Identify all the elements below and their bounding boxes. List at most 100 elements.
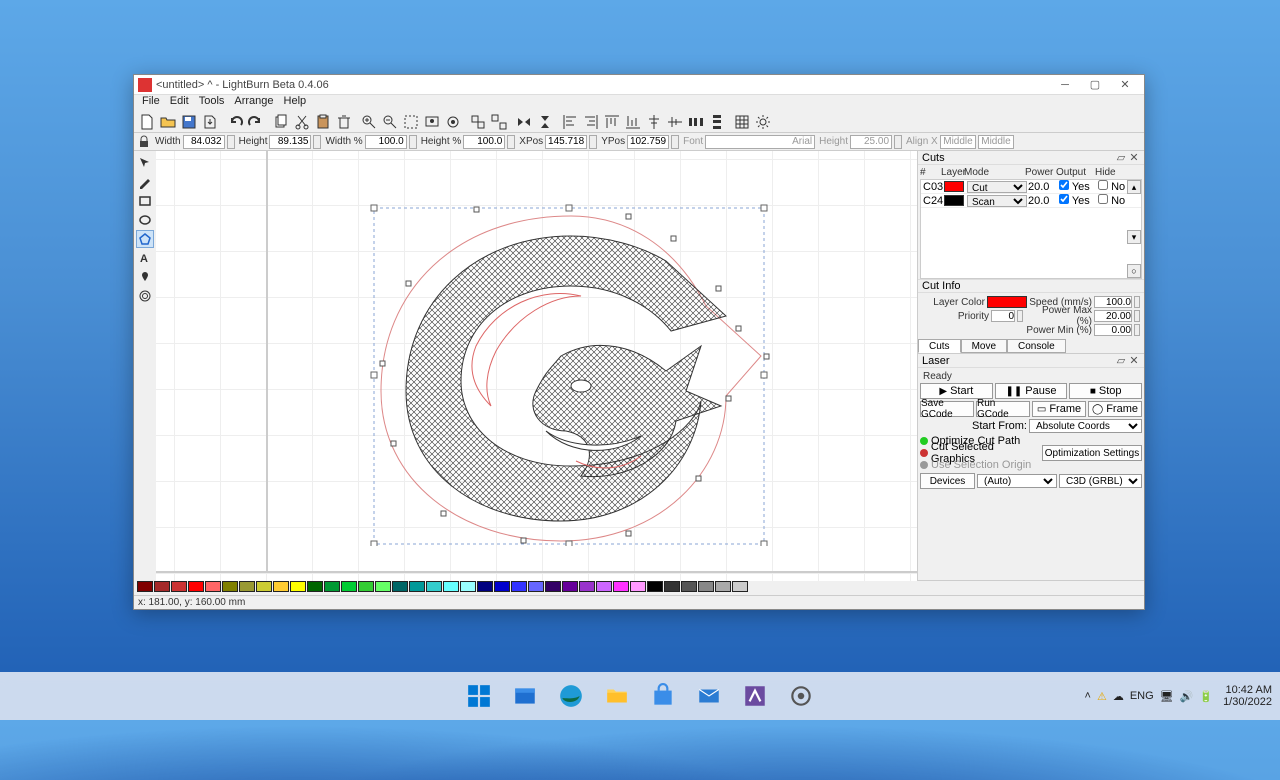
palette-chip[interactable]	[596, 581, 612, 592]
palette-chip[interactable]	[205, 581, 221, 592]
palette-chip[interactable]	[511, 581, 527, 592]
palette-chip[interactable]	[545, 581, 561, 592]
optimization-settings-button[interactable]: Optimization Settings	[1042, 445, 1142, 461]
zoom-in-icon[interactable]	[359, 112, 379, 132]
cuts-row[interactable]: C03 Cut 20.0 Yes No	[921, 180, 1141, 194]
palette-chip[interactable]	[698, 581, 714, 592]
align-right-icon[interactable]	[581, 112, 601, 132]
settings-taskbar-icon[interactable]	[781, 676, 821, 716]
cuts-close-button[interactable]: ✕	[1128, 153, 1140, 163]
power-min-input[interactable]	[1094, 324, 1132, 336]
width-input[interactable]	[183, 135, 225, 149]
mode-select[interactable]: Scan	[967, 195, 1027, 207]
tray-chevron-icon[interactable]: ˄	[1085, 690, 1091, 702]
run-gcode-button[interactable]: Run GCode	[976, 401, 1030, 417]
maximize-button[interactable]: ▢	[1080, 76, 1110, 94]
settings-icon[interactable]	[443, 112, 463, 132]
palette-chip[interactable]	[562, 581, 578, 592]
language-indicator[interactable]: ENG	[1130, 690, 1154, 702]
palette-chip[interactable]	[732, 581, 748, 592]
pause-button[interactable]: ❚❚ Pause	[995, 383, 1068, 399]
undo-icon[interactable]	[225, 112, 245, 132]
paste-icon[interactable]	[313, 112, 333, 132]
grid-icon[interactable]	[732, 112, 752, 132]
cuts-list[interactable]: C03 Cut 20.0 Yes No C24 Scan 20.0	[920, 179, 1142, 279]
group-icon[interactable]	[468, 112, 488, 132]
palette-chip[interactable]	[256, 581, 272, 592]
start-button[interactable]: ▶ Start	[920, 383, 993, 399]
stop-button[interactable]: ■ Stop	[1069, 383, 1142, 399]
offset-tool[interactable]	[136, 287, 154, 305]
align-top-icon[interactable]	[602, 112, 622, 132]
tab-cuts[interactable]: Cuts	[918, 339, 961, 353]
aligny-select[interactable]	[978, 135, 1014, 149]
use-selection-checkbox[interactable]: Use Selection Origin	[931, 459, 1031, 471]
frame-button[interactable]: ▭ Frame	[1032, 401, 1086, 417]
tray-weather-icon[interactable]: ☁	[1113, 690, 1124, 703]
align-center-h-icon[interactable]	[644, 112, 664, 132]
priority-input[interactable]	[991, 310, 1015, 322]
palette-chip[interactable]	[681, 581, 697, 592]
layer-up-button[interactable]: ▴	[1127, 180, 1141, 194]
palette-chip[interactable]	[222, 581, 238, 592]
preview-icon[interactable]	[422, 112, 442, 132]
app-taskbar-icon[interactable]	[735, 676, 775, 716]
clock[interactable]: 10:42 AM 1/30/2022	[1223, 684, 1272, 708]
height-input[interactable]	[269, 135, 311, 149]
layer-down-button[interactable]: ○	[1127, 264, 1141, 278]
save-gcode-button[interactable]: Save GCode	[920, 401, 974, 417]
marker-tool[interactable]	[136, 268, 154, 286]
menu-tools[interactable]: Tools	[199, 95, 225, 111]
palette-chip[interactable]	[154, 581, 170, 592]
device-select[interactable]: C3D (GRBL)	[1059, 474, 1142, 488]
palette-chip[interactable]	[188, 581, 204, 592]
speed-input[interactable]	[1094, 296, 1132, 308]
palette-chip[interactable]	[460, 581, 476, 592]
palette-chip[interactable]	[341, 581, 357, 592]
palette-chip[interactable]	[375, 581, 391, 592]
network-icon[interactable]: 🖥	[1160, 690, 1174, 703]
tab-move[interactable]: Move	[961, 339, 1007, 353]
palette-chip[interactable]	[477, 581, 493, 592]
xpos-input[interactable]	[545, 135, 587, 149]
output-checkbox[interactable]	[1059, 194, 1069, 204]
new-icon[interactable]	[137, 112, 157, 132]
hide-checkbox[interactable]	[1098, 180, 1108, 190]
canvas[interactable]	[156, 151, 917, 581]
width-spinner[interactable]	[227, 135, 235, 149]
palette-chip[interactable]	[715, 581, 731, 592]
zoom-frame-icon[interactable]	[401, 112, 421, 132]
pencil-tool[interactable]	[136, 173, 154, 191]
menu-file[interactable]: File	[142, 95, 160, 111]
text-tool[interactable]: A	[136, 249, 154, 267]
width-pct-input[interactable]	[365, 135, 407, 149]
height-spinner[interactable]	[313, 135, 321, 149]
minimize-button[interactable]: ─	[1050, 76, 1080, 94]
mail-icon[interactable]	[689, 676, 729, 716]
port-select[interactable]: (Auto)	[977, 474, 1057, 488]
explorer-icon[interactable]	[505, 676, 545, 716]
tray-warning-icon[interactable]: ⚠	[1097, 690, 1107, 703]
ypos-input[interactable]	[627, 135, 669, 149]
laser-undock-button[interactable]: ▱	[1115, 356, 1127, 366]
palette-chip[interactable]	[647, 581, 663, 592]
rect-tool[interactable]	[136, 192, 154, 210]
flip-v-icon[interactable]	[535, 112, 555, 132]
lock-icon[interactable]	[137, 135, 151, 149]
palette-chip[interactable]	[528, 581, 544, 592]
menu-arrange[interactable]: Arrange	[234, 95, 273, 111]
tab-console[interactable]: Console	[1007, 339, 1066, 353]
palette-chip[interactable]	[494, 581, 510, 592]
polygon-tool[interactable]	[136, 230, 154, 248]
devices-button[interactable]: Devices	[920, 473, 975, 489]
palette-chip[interactable]	[664, 581, 680, 592]
palette-chip[interactable]	[137, 581, 153, 592]
layer-dup-button[interactable]: ▾	[1127, 230, 1141, 244]
cuts-row[interactable]: C24 Scan 20.0 Yes No	[921, 194, 1141, 208]
alignx-select[interactable]	[940, 135, 976, 149]
menu-help[interactable]: Help	[284, 95, 307, 111]
palette-chip[interactable]	[613, 581, 629, 592]
palette-chip[interactable]	[426, 581, 442, 592]
power-max-input[interactable]	[1094, 310, 1132, 322]
palette-chip[interactable]	[307, 581, 323, 592]
